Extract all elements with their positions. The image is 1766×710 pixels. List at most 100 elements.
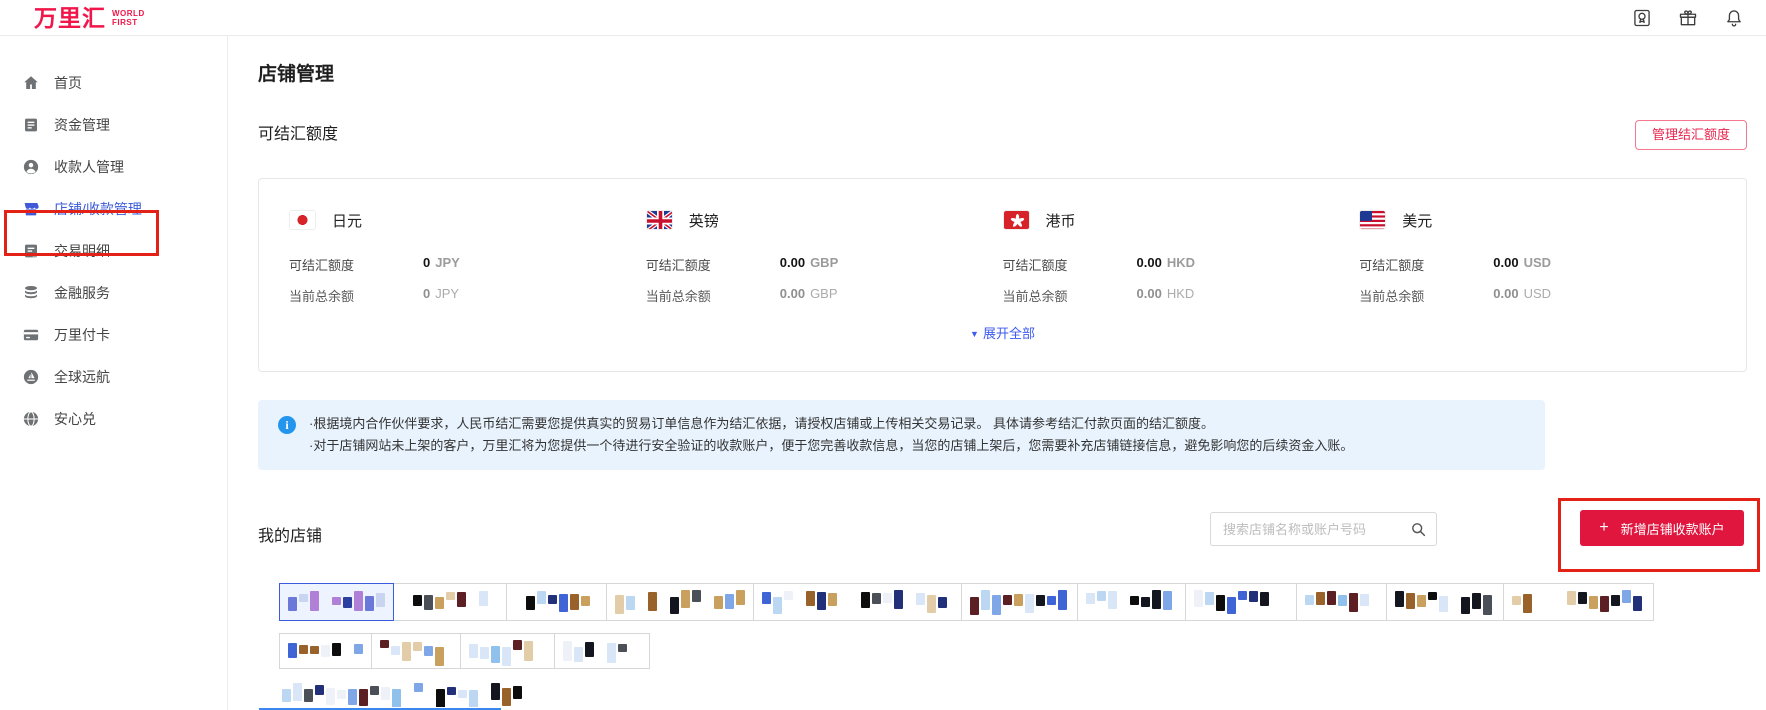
quota-label: 可结汇额度 <box>1003 255 1137 274</box>
search-icon[interactable] <box>1410 521 1426 537</box>
quota-label: 可结汇额度 <box>289 255 423 274</box>
currency-name: 港币 <box>1046 210 1076 231</box>
redacted-shop-name <box>1194 590 1288 616</box>
quota-label: 可结汇额度 <box>646 255 780 274</box>
notice-banner: i ·根据境内合作伙伴要求，人民币结汇需要您提供真实的贸易订单信息作为结汇依据，… <box>258 400 1545 470</box>
redacted-shop-name <box>515 590 598 616</box>
add-shop-account-button[interactable]: + 新增店铺收款账户 <box>1580 510 1744 546</box>
sidebar-item-label: 首页 <box>54 73 82 93</box>
sidebar-item-label: 收款人管理 <box>54 157 124 177</box>
sidebar-item-funds[interactable]: 资金管理 <box>0 104 227 146</box>
shop-tabs-row-1 <box>280 583 1747 621</box>
bell-icon[interactable] <box>1724 8 1744 28</box>
shop-tabs-row-2 <box>280 633 1747 669</box>
jp-flag-icon <box>289 210 316 230</box>
balance-label: 当前总余额 <box>646 286 780 305</box>
quota-card: 日元 可结汇额度0JPY 当前总余额0JPY 英镑 可结汇额度0.00GBP 当… <box>258 178 1747 372</box>
expand-all-link[interactable]: ▼展开全部 <box>289 323 1716 342</box>
page-title: 店铺管理 <box>258 36 1747 88</box>
shop-tab[interactable] <box>1185 583 1297 621</box>
redacted-shop-name <box>288 640 363 666</box>
chevron-down-icon: ▼ <box>970 329 979 339</box>
sidebar-item-home[interactable]: 首页 <box>0 62 227 104</box>
sidebar-item-transactions[interactable]: 交易明细 <box>0 230 227 272</box>
top-header: 万里汇 WORLD FIRST <box>0 0 1766 36</box>
redacted-shop-title <box>282 683 1747 707</box>
shop-tab[interactable] <box>1386 583 1504 621</box>
us-flag-icon <box>1359 210 1386 230</box>
redacted-shop-name <box>1395 590 1495 616</box>
redacted-shop-name <box>1512 590 1645 616</box>
gift-icon[interactable] <box>1678 8 1698 28</box>
quota-amount: 0 <box>423 255 430 274</box>
shop-tab[interactable] <box>279 633 372 669</box>
voyage-icon <box>22 368 40 386</box>
shop-tab[interactable] <box>1503 583 1654 621</box>
currency-name: 英镑 <box>689 210 719 231</box>
notice-line-1: ·根据境内合作伙伴要求，人民币结汇需要您提供真实的贸易订单信息作为结汇依据，请授… <box>309 413 1353 435</box>
shop-tab[interactable] <box>606 583 754 621</box>
quota-code: HKD <box>1167 255 1195 274</box>
redacted-shop-name <box>380 640 452 666</box>
selected-shop-heading <box>282 683 1747 707</box>
transactions-icon <box>22 242 40 260</box>
store-icon <box>22 200 40 218</box>
shop-tab[interactable] <box>961 583 1078 621</box>
balance-amount: 0.00 <box>1137 286 1162 305</box>
redacted-shop-name <box>402 590 498 616</box>
sidebar-item-voyage[interactable]: 全球远航 <box>0 356 227 398</box>
manage-quota-button[interactable]: 管理结汇额度 <box>1635 120 1747 150</box>
redacted-shop-name <box>615 590 745 616</box>
sidebar-item-finance[interactable]: 金融服务 <box>0 272 227 314</box>
home-icon <box>22 74 40 92</box>
balance-label: 当前总余额 <box>1003 286 1137 305</box>
sidebar-item-label: 全球远航 <box>54 367 110 387</box>
info-icon: i <box>278 416 296 434</box>
shop-tab[interactable] <box>1296 583 1387 621</box>
shop-tab[interactable] <box>393 583 507 621</box>
shop-search <box>1210 512 1437 546</box>
shop-tab-selected[interactable] <box>279 583 394 621</box>
quota-amount: 0.00 <box>1137 255 1162 274</box>
search-input[interactable] <box>1223 522 1410 537</box>
redacted-shop-name <box>1086 590 1177 616</box>
sidebar-item-label: 金融服务 <box>54 283 110 303</box>
balance-code: USD <box>1524 286 1551 305</box>
sidebar-item-card[interactable]: 万里付卡 <box>0 314 227 356</box>
gb-flag-icon <box>646 210 673 230</box>
balance-amount: 0 <box>423 286 430 305</box>
plus-icon: + <box>1599 520 1608 536</box>
my-shops-title: 我的店铺 <box>258 526 1747 548</box>
balance-amount: 0.00 <box>780 286 805 305</box>
shop-tab[interactable] <box>554 633 650 669</box>
logo-en-text: WORLD FIRST <box>112 9 145 27</box>
currency-column-hkd: 港币 可结汇额度0.00HKD 当前总余额0.00HKD <box>1003 209 1360 305</box>
sidebar-item-label: 安心兑 <box>54 409 96 429</box>
shop-tab[interactable] <box>753 583 962 621</box>
currency-column-jpy: 日元 可结汇额度0JPY 当前总余额0JPY <box>289 209 646 305</box>
shop-tab[interactable] <box>460 633 555 669</box>
currency-column-gbp: 英镑 可结汇额度0.00GBP 当前总余额0.00GBP <box>646 209 1003 305</box>
quota-amount: 0.00 <box>780 255 805 274</box>
redacted-shop-name <box>469 640 546 666</box>
sidebar-item-label: 万里付卡 <box>54 325 110 345</box>
sidebar-item-label: 交易明细 <box>54 241 110 261</box>
rewards-icon[interactable] <box>1632 8 1652 28</box>
main-content: 店铺管理 可结汇额度 管理结汇额度 日元 可结汇额度0JPY 当前总余额0JPY <box>228 36 1766 710</box>
sidebar-item-payees[interactable]: 收款人管理 <box>0 146 227 188</box>
card-icon <box>22 326 40 344</box>
shop-tab[interactable] <box>506 583 607 621</box>
balance-code: GBP <box>810 286 837 305</box>
sidebar: 首页 资金管理 收款人管理 店铺/收款管理 交易明细 金融服务 万里付卡 全球 <box>0 36 228 710</box>
quota-code: JPY <box>435 255 460 274</box>
shop-tab[interactable] <box>371 633 461 669</box>
sidebar-item-label: 店铺/收款管理 <box>54 199 142 219</box>
funds-icon <box>22 116 40 134</box>
shop-tab[interactable] <box>1077 583 1186 621</box>
hk-flag-icon <box>1003 210 1030 230</box>
sidebar-item-exchange[interactable]: 安心兑 <box>0 398 227 440</box>
currency-name: 日元 <box>332 210 362 231</box>
worldfirst-logo[interactable]: 万里汇 WORLD FIRST <box>34 5 145 31</box>
sidebar-item-stores[interactable]: 店铺/收款管理 <box>0 188 227 230</box>
redacted-shop-name <box>563 640 641 666</box>
